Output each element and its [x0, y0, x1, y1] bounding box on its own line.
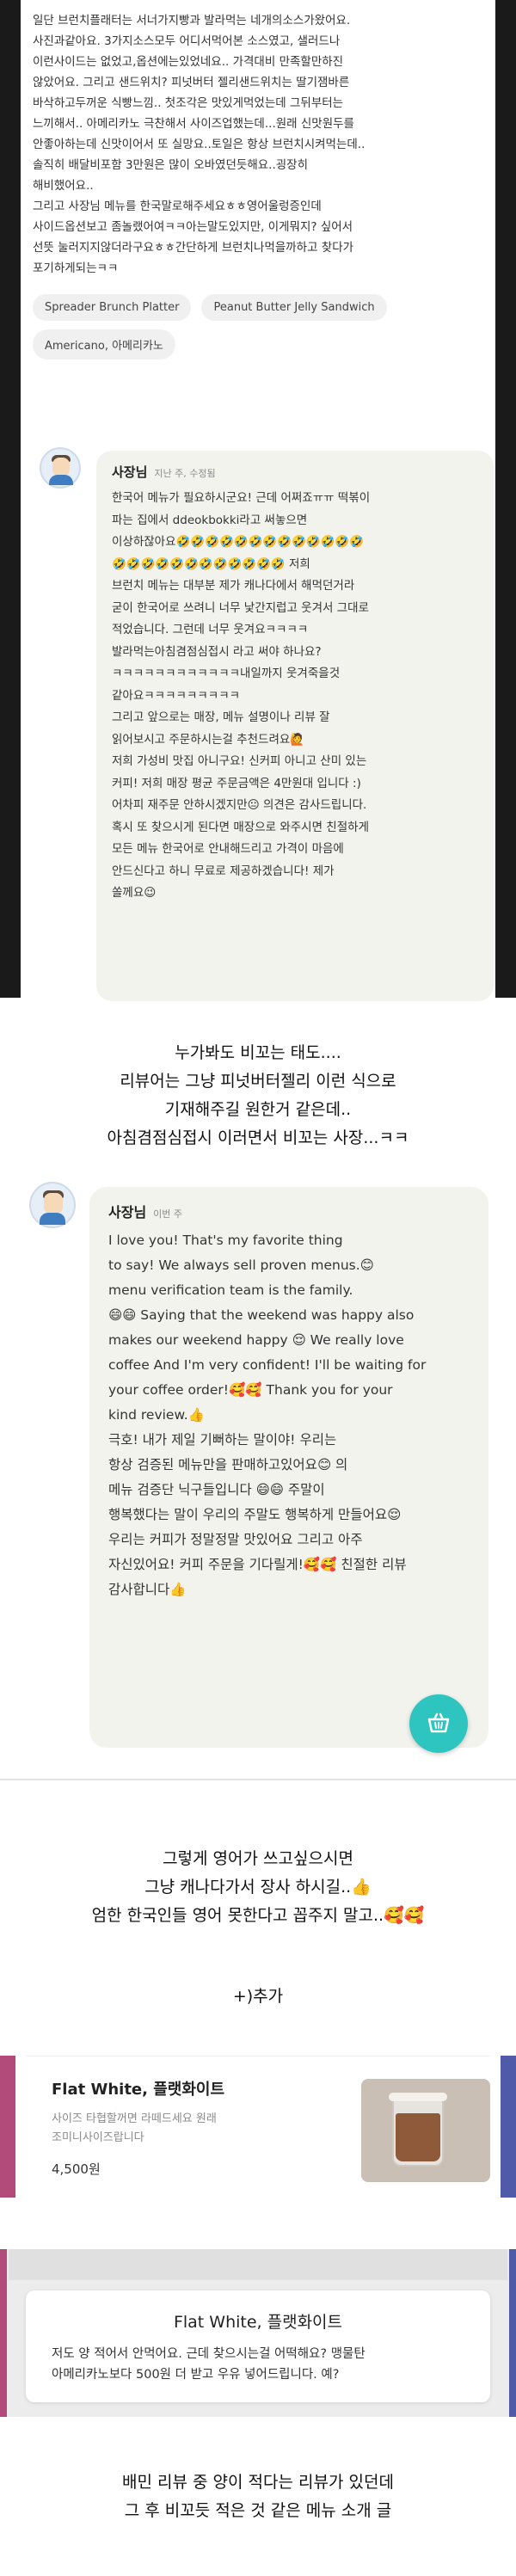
menu-item-price: 4,500원	[52, 2161, 101, 2177]
reply-meta: 지난 주, 수정됨	[154, 468, 216, 479]
review-card: 일단 브런치플래터는 서너가지빵과 발라먹는 네개의소스가왔어요. 사진과같아요…	[21, 0, 495, 1001]
coffee-fill-icon	[396, 2113, 440, 2161]
menu-detail-text: 저도 양 적어서 안먹어요. 근데 찾으시는걸 어떡해요? 맹물탄 아메리카노보…	[52, 2347, 366, 2382]
cup-lid-icon	[389, 2093, 447, 2101]
review-text: 일단 브런치플래터는 서너가지빵과 발라먹는 네개의소스가왔어요. 사진과같아요…	[33, 14, 366, 275]
menu-detail-sheet: Flat White, 플랫화이트 저도 양 적어서 안먹어요. 근데 찾으시는…	[26, 2290, 490, 2402]
menu-item-photo	[361, 2079, 490, 2182]
caption-2: 그렇게 영어가 쓰고싶으시면 그냥 캐나다가서 장사 하시길..👍 엄한 한국인…	[91, 1849, 425, 1925]
reply-text: 한국어 메뉴가 필요하시군요! 근데 어쩌죠ㅠㅠ 떡볶이 파는 집에서 ddeo…	[112, 491, 371, 900]
menu-item-description: 사이즈 타협할꺼면 라떼드세요 원래 조미니사이즈랍니다	[52, 2112, 217, 2144]
menu-chip[interactable]: Spreader Brunch Platter	[33, 294, 192, 321]
avatar-shirt-icon	[40, 1213, 65, 1225]
owner-avatar	[29, 1182, 76, 1228]
reply-meta: 이번 주	[153, 1208, 183, 1220]
caption-3: +)추가	[232, 1987, 284, 2006]
reply-bubble: 사장님 지난 주, 수정됨 한국어 메뉴가 필요하시군요! 근데 어쩌죠ㅠㅠ 떡…	[96, 451, 494, 1001]
avatar-shirt-icon	[49, 475, 73, 485]
screenshot-1-frame: 일단 브런치플래터는 서너가지빵과 발라먹는 네개의소스가왔어요. 사진과같아요…	[0, 0, 516, 1001]
blurred-header	[9, 2249, 507, 2280]
reply-text: I love you! That's my favorite thing to …	[108, 1233, 427, 1597]
menu-detail-title: Flat White, 플랫화이트	[173, 2313, 343, 2332]
side-bar	[501, 2056, 516, 2198]
menu-item-screenshot: Flat White, 플랫화이트 사이즈 타협할꺼면 라떼드세요 원래 조미니…	[0, 2056, 516, 2198]
screenshot-2-frame: 사장님 이번 주 I love you! That's my favorite …	[0, 1170, 516, 1780]
owner-name: 사장님	[108, 1204, 147, 1220]
menu-detail-screenshot: Flat White, 플랫화이트 저도 양 적어서 안먹어요. 근데 찾으시는…	[0, 2249, 516, 2417]
owner-name: 사장님	[112, 464, 148, 480]
menu-item-card[interactable]: Flat White, 플랫화이트 사이즈 타협할꺼면 라떼드세요 원래 조미니…	[26, 2056, 490, 2198]
avatar-face-icon	[44, 1193, 63, 1214]
side-bar	[509, 2249, 516, 2417]
avatar-face-icon	[52, 458, 70, 476]
cart-icon	[427, 1712, 450, 1733]
reply-header: 사장님 이번 주	[108, 1201, 470, 1221]
menu-chip[interactable]: Americano, 아메리카노	[33, 329, 175, 360]
caption-1: 누가봐도 비꼬는 태도.... 리뷰어는 그냥 피넛버터젤리 이런 식으로 기재…	[107, 1043, 409, 1147]
reply-bubble: 사장님 이번 주 I love you! That's my favorite …	[89, 1187, 488, 1748]
ordered-items: Spreader Brunch Platter Peanut Butter Je…	[33, 294, 483, 360]
caption-4: 배민 리뷰 중 양이 적다는 리뷰가 있던데 그 후 비꼬듯 적은 것 같은 메…	[122, 2473, 394, 2520]
divider	[0, 1779, 516, 1780]
side-bar	[0, 2056, 15, 2198]
side-bar	[0, 2249, 7, 2417]
reply-header: 사장님 지난 주, 수정됨	[112, 463, 478, 481]
menu-item-title: Flat White, 플랫화이트	[52, 2081, 225, 2099]
menu-chip[interactable]: Peanut Butter Jelly Sandwich	[201, 294, 387, 321]
owner-avatar	[40, 447, 81, 489]
cart-button[interactable]	[409, 1694, 468, 1753]
